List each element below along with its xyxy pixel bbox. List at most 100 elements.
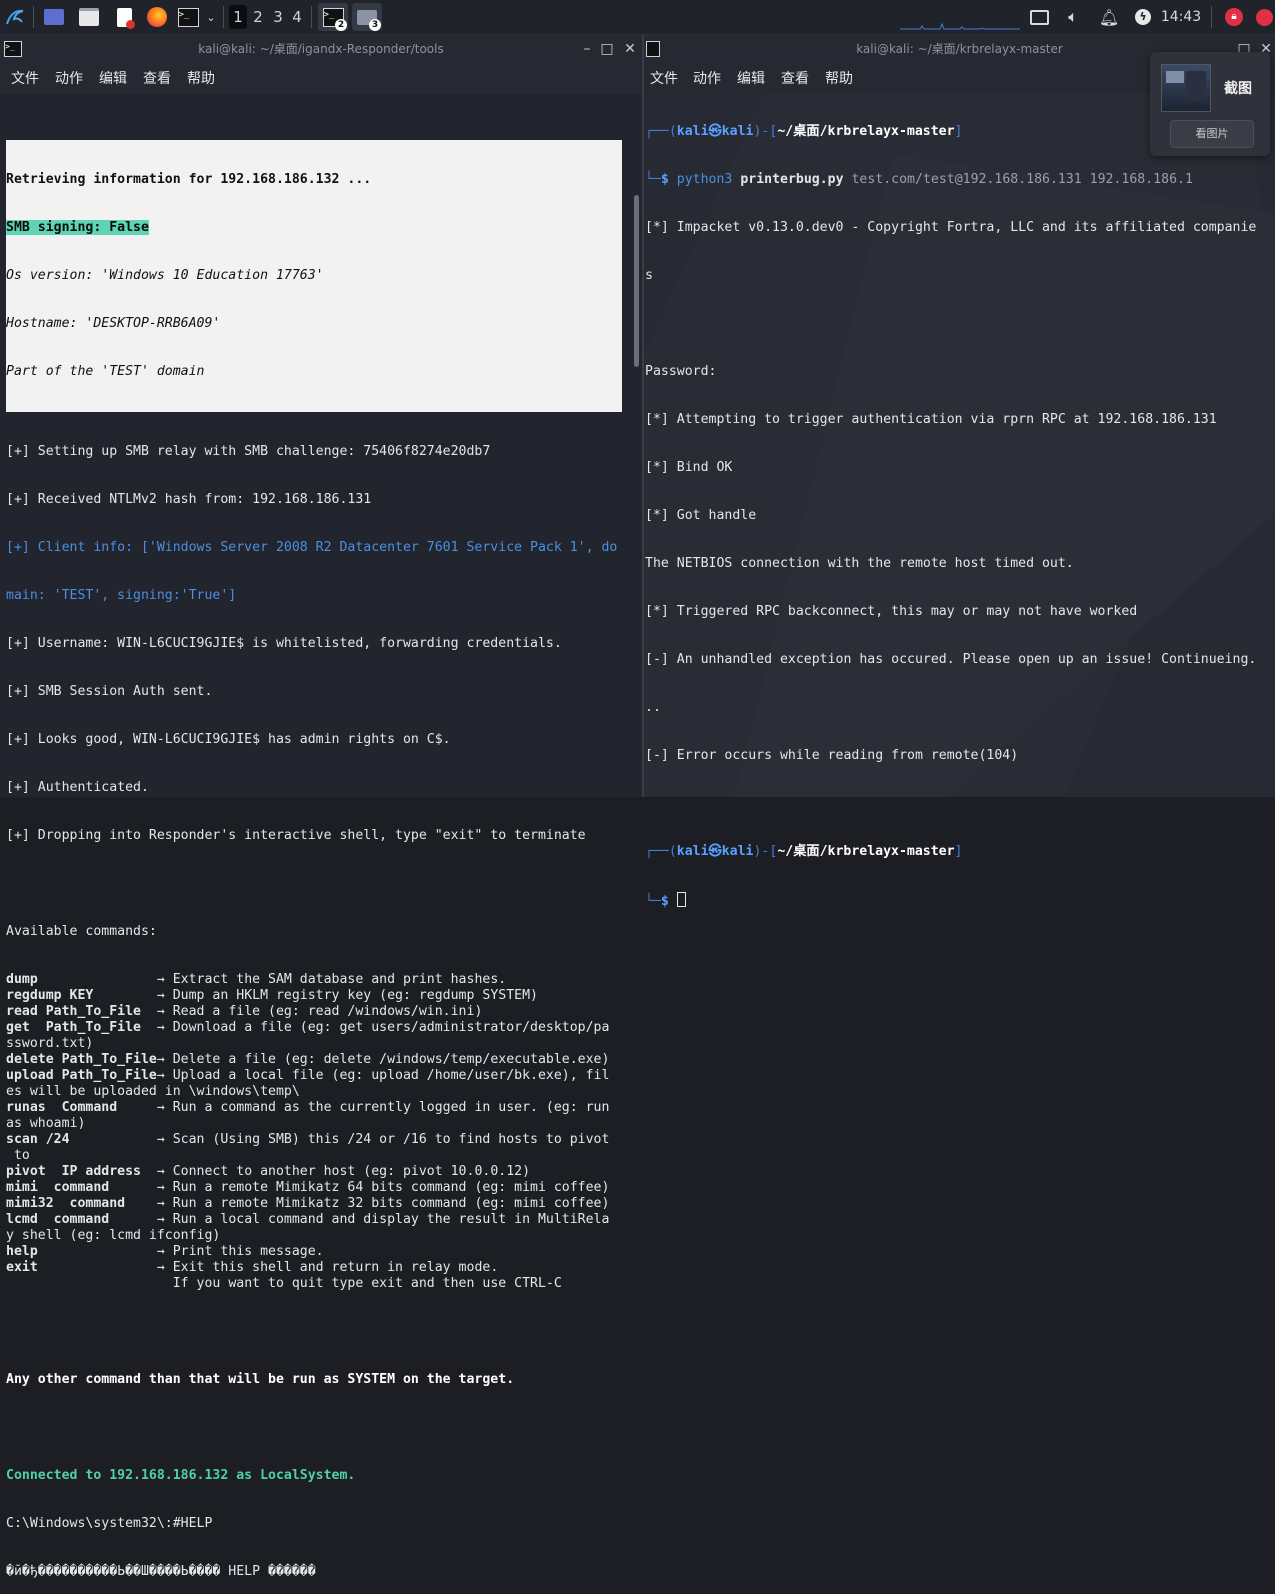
notification-bell-icon[interactable]: 🔔︎ bbox=[1098, 4, 1120, 30]
command-name: mimi command bbox=[6, 1180, 157, 1195]
command-description: → Print this message. bbox=[156, 1244, 324, 1259]
command-row: as whoami) bbox=[6, 1116, 630, 1132]
command-row: read Path_To_File → Read a file (eg: rea… bbox=[6, 1004, 630, 1020]
command-description: → Download a file (eg: get users/adminis… bbox=[156, 1020, 610, 1035]
command-description: → Run a local command and display the re… bbox=[156, 1212, 610, 1227]
command-description: ssword.txt) bbox=[6, 1036, 94, 1051]
workspace-3[interactable]: 3 bbox=[269, 5, 287, 29]
command-name: pivot IP address bbox=[6, 1164, 157, 1179]
panel-separator bbox=[33, 6, 34, 28]
command-name: help bbox=[6, 1244, 157, 1259]
command-row: upload Path_To_File→ Upload a local file… bbox=[6, 1068, 630, 1084]
menu-edit[interactable]: 编辑 bbox=[99, 64, 127, 94]
command-name bbox=[6, 1276, 157, 1291]
command-row: lcmd command → Run a local command and d… bbox=[6, 1212, 630, 1228]
command-description: as whoami) bbox=[6, 1116, 86, 1131]
top-panel: >_ ⌄ 1 2 3 4 >_ 2 3 🔈︎ 🔔︎ ϟ 14:43 🔒︎ bbox=[0, 0, 1275, 35]
output-line: Password: bbox=[645, 364, 717, 379]
command-row: get Path_To_File → Download a file (eg: … bbox=[6, 1020, 630, 1036]
log-line: [+] SMB Session Auth sent. bbox=[6, 684, 213, 699]
kali-menu-icon[interactable] bbox=[3, 4, 27, 30]
maximize-icon[interactable]: □ bbox=[597, 35, 617, 64]
menu-action[interactable]: 动作 bbox=[693, 64, 721, 94]
log-line: [+] Looks good, WIN-L6CUCI9GJIE$ has adm… bbox=[6, 732, 451, 747]
minimize-icon[interactable]: – bbox=[577, 35, 597, 64]
command-description: y shell (eg: lcmd ifconfig) bbox=[6, 1228, 221, 1243]
command-name: regdump KEY bbox=[6, 988, 157, 1003]
hostname-line: Hostname: 'DESKTOP-RRB6A09' bbox=[6, 316, 221, 331]
command-description: → Run a remote Mimikatz 64 bits command … bbox=[156, 1180, 610, 1195]
menu-file[interactable]: 文件 bbox=[650, 64, 678, 94]
menu-help[interactable]: 帮助 bbox=[187, 64, 215, 94]
firefox-icon[interactable] bbox=[145, 4, 169, 30]
shell-prompt: C:\Windows\system32\:#HELP bbox=[6, 1516, 213, 1531]
text-editor-icon[interactable] bbox=[112, 4, 136, 30]
info-block: Retrieving information for 192.168.186.1… bbox=[6, 140, 622, 412]
menu-view[interactable]: 查看 bbox=[143, 64, 171, 94]
command-row: exit → Exit this shell and return in rel… bbox=[6, 1260, 630, 1276]
left-titlebar[interactable]: >_ kali@kali: ~/桌面/igandx-Responder/tool… bbox=[0, 35, 642, 64]
prompt-user: kali bbox=[676, 124, 709, 139]
client-info-line: main: 'TEST', signing:'True'] bbox=[6, 588, 237, 603]
command-description: → Read a file (eg: read /windows/win.ini… bbox=[156, 1004, 483, 1019]
left-terminal-output[interactable]: Retrieving information for 192.168.186.1… bbox=[6, 108, 630, 1594]
panel-separator bbox=[311, 6, 312, 28]
output-line: [*] Got handle bbox=[645, 508, 757, 523]
terminal-task-button[interactable]: >_ 2 bbox=[318, 3, 348, 31]
command-row: pivot IP address → Connect to another ho… bbox=[6, 1164, 630, 1180]
output-line: .. bbox=[645, 700, 661, 715]
client-info-line: [+] Client info: ['Windows Server 2008 R… bbox=[6, 540, 618, 555]
command-row: regdump KEY → Dump an HKLM registry key … bbox=[6, 988, 630, 1004]
terminal-launcher-icon[interactable]: >_ bbox=[177, 4, 199, 30]
logout-icon[interactable] bbox=[1254, 4, 1274, 30]
command-name: get Path_To_File bbox=[6, 1020, 157, 1035]
lock-icon[interactable]: 🔒︎ bbox=[1222, 4, 1246, 30]
close-icon[interactable]: ✕ bbox=[620, 35, 640, 64]
output-line: s bbox=[645, 268, 653, 283]
command-row: to bbox=[6, 1148, 630, 1164]
workspace-4[interactable]: 4 bbox=[288, 5, 306, 29]
command-name: lcmd command bbox=[6, 1212, 157, 1227]
domain-line: Part of the 'TEST' domain bbox=[6, 364, 205, 379]
menu-action[interactable]: 动作 bbox=[55, 64, 83, 94]
log-line: [+] Received NTLMv2 hash from: 192.168.1… bbox=[6, 492, 372, 507]
screenshot-notification[interactable]: 截图 看图片 bbox=[1150, 52, 1270, 156]
menu-view[interactable]: 查看 bbox=[781, 64, 809, 94]
left-scrollbar[interactable] bbox=[634, 195, 639, 367]
command-row: delete Path_To_File→ Delete a file (eg: … bbox=[6, 1052, 630, 1068]
files-task-button[interactable]: 3 bbox=[352, 3, 382, 31]
menu-help[interactable]: 帮助 bbox=[825, 64, 853, 94]
right-terminal-output[interactable]: ┌──(kali㉿kali)-[~/桌面/krbrelayx-master] └… bbox=[645, 92, 1273, 940]
screenshot-title: 截图 bbox=[1224, 81, 1252, 97]
output-line: [*] Attempting to trigger authentication… bbox=[645, 412, 1217, 427]
command-description: es will be uploaded in \windows\temp\ bbox=[6, 1084, 300, 1099]
volume-icon[interactable]: 🔈︎ bbox=[1062, 4, 1084, 30]
system-note: Any other command than that will be run … bbox=[6, 1372, 515, 1387]
connected-line: Connected to 192.168.186.132 as LocalSys… bbox=[6, 1468, 356, 1483]
screen-icon[interactable] bbox=[1028, 4, 1050, 30]
menu-file[interactable]: 文件 bbox=[11, 64, 39, 94]
command-description: → Upload a local file (eg: upload /home/… bbox=[156, 1068, 610, 1083]
file-manager-icon[interactable] bbox=[77, 4, 101, 30]
menu-edit[interactable]: 编辑 bbox=[737, 64, 765, 94]
command-description: → Run a remote Mimikatz 32 bits command … bbox=[156, 1196, 610, 1211]
view-image-button[interactable]: 看图片 bbox=[1170, 120, 1254, 148]
power-status-icon[interactable]: ϟ bbox=[1132, 4, 1154, 30]
output-line: [-] Error occurs while reading from remo… bbox=[645, 748, 1019, 763]
command-description: to bbox=[6, 1148, 30, 1163]
output-line: [*] Triggered RPC backconnect, this may … bbox=[645, 604, 1138, 619]
prompt-host: kali bbox=[721, 844, 754, 859]
workspace-2[interactable]: 2 bbox=[249, 5, 267, 29]
clock[interactable]: 14:43 bbox=[1158, 4, 1204, 30]
command-row: ssword.txt) bbox=[6, 1036, 630, 1052]
left-menubar: 文件 动作 编辑 查看 帮助 bbox=[0, 64, 642, 94]
workspace-1[interactable]: 1 bbox=[229, 5, 247, 29]
chevron-down-icon[interactable]: ⌄ bbox=[203, 4, 219, 30]
prompt-user: kali bbox=[676, 844, 709, 859]
command-row: dump → Extract the SAM database and prin… bbox=[6, 972, 630, 988]
desktop-icon[interactable] bbox=[42, 4, 66, 30]
active-prompt[interactable]: └─$ bbox=[645, 892, 1273, 909]
command-description: → Dump an HKLM registry key (eg: regdump… bbox=[156, 988, 538, 1003]
command-list: dump → Extract the SAM database and prin… bbox=[6, 972, 630, 1292]
